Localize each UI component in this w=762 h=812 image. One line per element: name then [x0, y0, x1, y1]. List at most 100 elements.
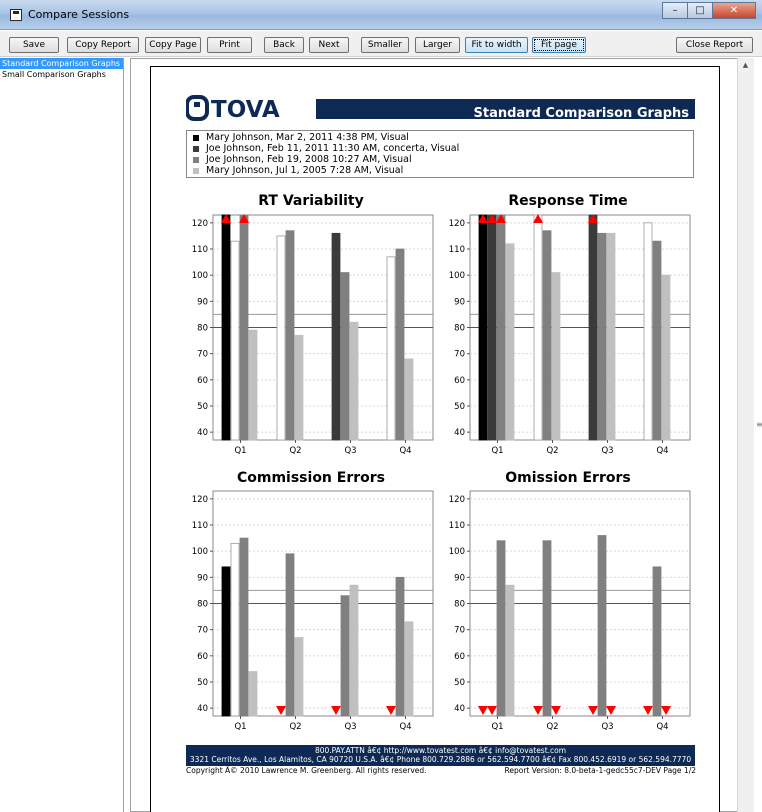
- y-tick-label: 120: [449, 495, 465, 505]
- bar: [294, 334, 304, 441]
- chart-title-response-time: Response Time: [508, 193, 628, 209]
- bar: [340, 272, 350, 441]
- copy-report-button[interactable]: Copy Report: [67, 37, 139, 53]
- y-tick-label: 120: [449, 219, 465, 229]
- x-tick-label: Q1: [234, 722, 246, 732]
- fit-to-width-button[interactable]: Fit to width: [465, 37, 528, 53]
- legend-item: Mary Johnson, Jul 1, 2005 7:28 AM, Visua…: [193, 165, 687, 176]
- legend-swatch: [193, 145, 199, 152]
- maximize-button[interactable]: □: [687, 2, 713, 19]
- list-item-small-comparison-graphs[interactable]: Small Comparison Graphs: [0, 69, 123, 80]
- y-tick-label: 90: [454, 297, 465, 307]
- tova-logo: TOVA: [186, 95, 280, 121]
- x-tick-label: Q3: [601, 722, 613, 732]
- bar: [349, 321, 359, 441]
- fit-page-button[interactable]: Fit page: [532, 37, 586, 53]
- window-controls: – □ ✕: [662, 2, 756, 19]
- save-button[interactable]: Save: [9, 37, 59, 53]
- x-tick-label: Q1: [491, 446, 503, 456]
- footer-address: 3321 Cerritos Ave., Los Alamitos, CA 907…: [189, 755, 692, 764]
- print-button[interactable]: Print: [207, 37, 252, 53]
- bar: [221, 214, 231, 441]
- next-button[interactable]: Next: [309, 37, 349, 53]
- close-report-button[interactable]: Close Report: [676, 37, 753, 53]
- y-tick-label: 50: [454, 678, 465, 688]
- x-tick-label: Q4: [656, 722, 668, 732]
- y-tick-label: 60: [454, 652, 465, 662]
- close-window-button[interactable]: ✕: [712, 2, 756, 19]
- y-tick-label: 110: [449, 245, 465, 255]
- y-tick-label: 100: [192, 547, 208, 557]
- back-button[interactable]: Back: [264, 37, 304, 53]
- y-tick-label: 120: [192, 219, 208, 229]
- y-tick-label: 40: [454, 704, 465, 714]
- y-tick-label: 50: [197, 678, 208, 688]
- list-item-standard-comparison-graphs[interactable]: Standard Comparison Graphs: [0, 58, 123, 69]
- bar: [340, 595, 350, 717]
- chart-title-commission-errors: Commission Errors: [236, 470, 386, 486]
- y-tick-label: 110: [192, 245, 208, 255]
- footer-version: Report Version: 8.0-beta-1-gedc55c7-DEV …: [504, 766, 696, 775]
- y-tick-label: 110: [449, 521, 465, 531]
- legend-label: Joe Johnson, Feb 11, 2011 11:30 AM, conc…: [206, 143, 460, 154]
- bar: [496, 540, 506, 717]
- bar: [478, 214, 488, 441]
- legend-swatch: [193, 156, 199, 163]
- legend-swatch: [193, 167, 199, 174]
- x-tick-label: Q2: [289, 722, 301, 732]
- x-tick-label: Q1: [234, 446, 246, 456]
- legend-swatch: [193, 134, 199, 141]
- x-tick-label: Q3: [344, 722, 356, 732]
- y-tick-label: 60: [454, 376, 465, 386]
- bar: [221, 566, 231, 717]
- bar: [661, 274, 671, 441]
- bar: [331, 232, 341, 441]
- x-tick-label: Q3: [344, 446, 356, 456]
- y-tick-label: 70: [197, 626, 208, 636]
- bar: [404, 621, 414, 717]
- y-tick-label: 40: [197, 428, 208, 438]
- y-tick-label: 90: [197, 297, 208, 307]
- x-tick-label: Q2: [289, 446, 301, 456]
- legend-item: Joe Johnson, Feb 11, 2011 11:30 AM, conc…: [193, 143, 687, 154]
- y-tick-label: 50: [454, 402, 465, 412]
- window-title: Compare Sessions: [28, 8, 130, 21]
- bar: [597, 232, 607, 441]
- footer-copyright: Copyright Â© 2010 Lawrence M. Greenberg.…: [186, 766, 427, 775]
- y-tick-label: 100: [449, 271, 465, 281]
- report-title: Standard Comparison Graphs: [473, 106, 690, 121]
- bar: [652, 240, 662, 441]
- y-tick-label: 120: [192, 495, 208, 505]
- larger-button[interactable]: Larger: [415, 37, 460, 53]
- x-tick-label: Q1: [491, 722, 503, 732]
- y-tick-label: 90: [197, 573, 208, 583]
- smaller-button[interactable]: Smaller: [361, 37, 409, 53]
- scroll-up-icon[interactable]: ▲: [738, 58, 753, 72]
- header-bar: Standard Comparison Graphs: [316, 99, 695, 121]
- y-tick-label: 110: [192, 521, 208, 531]
- y-tick-label: 40: [454, 428, 465, 438]
- y-tick-label: 60: [197, 652, 208, 662]
- copy-page-button[interactable]: Copy Page: [145, 37, 201, 53]
- y-tick-label: 80: [197, 600, 208, 610]
- y-tick-label: 40: [197, 704, 208, 714]
- chart-omission-errors: 40 50 60 70 80 90 100 110 120 Q1 Q2 Q3 Q4: [449, 490, 691, 732]
- bar: [276, 235, 286, 441]
- legend-item: Joe Johnson, Feb 19, 2008 10:27 AM, Visu…: [193, 154, 687, 165]
- vertical-scrollbar[interactable]: ▲: [737, 58, 754, 812]
- bar: [239, 214, 249, 441]
- bar: [404, 358, 414, 441]
- splitter-handle-icon[interactable]: ≡: [756, 420, 762, 429]
- y-tick-label: 100: [192, 271, 208, 281]
- bar: [239, 537, 249, 717]
- bar: [349, 584, 359, 717]
- x-tick-label: Q4: [656, 446, 668, 456]
- legend-label: Mary Johnson, Mar 2, 2011 4:38 PM, Visua…: [206, 132, 409, 143]
- y-tick-label: 70: [454, 350, 465, 360]
- y-tick-label: 80: [197, 324, 208, 334]
- bar: [248, 671, 258, 717]
- chart-title-rt-variability: RT Variability: [258, 193, 364, 209]
- minimize-button[interactable]: –: [662, 2, 688, 19]
- bar: [505, 243, 515, 441]
- bar: [597, 535, 607, 717]
